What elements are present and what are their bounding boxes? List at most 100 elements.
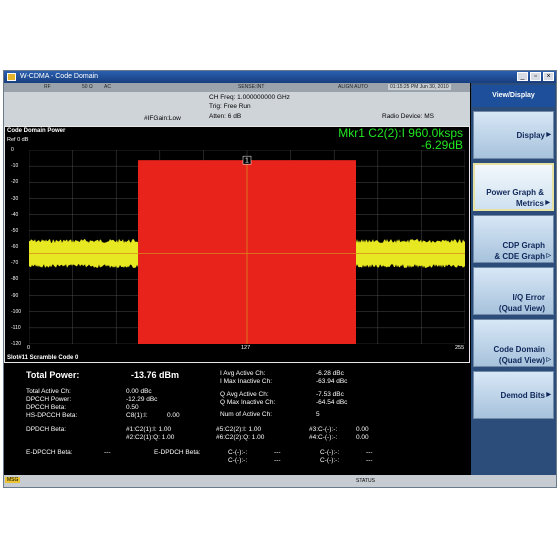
- softkey-label: I/Q Error: [512, 293, 545, 302]
- q-avg-active-value: -7.53 dBc: [316, 391, 344, 398]
- code-domain-power-window[interactable]: Code Domain Power Ref 0 dB Mkr1 C2(2):I …: [4, 126, 470, 363]
- submenu-arrow-icon: ▷: [546, 253, 551, 259]
- total-active-ch-label: Total Active Ch:: [26, 388, 71, 395]
- datetime: 01:15:25 PM Jun 30, 2010: [388, 84, 451, 90]
- y-tick-label: -80: [11, 276, 19, 283]
- i-avg-active-label: I Avg Active Ch:: [220, 370, 266, 377]
- total-active-ch-value: 0.00 dBc: [126, 388, 152, 395]
- i-max-inactive-value: -63.94 dBc: [316, 378, 348, 385]
- slot-info: Slot#11 Scramble Code 0: [7, 355, 79, 361]
- softkey-label-line2: (Quad View): [498, 304, 545, 313]
- hs-dpcch-beta-label: HS-DPCCH Beta:: [26, 412, 78, 419]
- y-tick-label: -70: [11, 260, 19, 267]
- e-dpdch-1-value: ---: [274, 449, 281, 456]
- i-avg-active-value: -6.28 dBc: [316, 370, 344, 377]
- rf-indicator: RF: [44, 84, 51, 90]
- submenu-arrow-icon: ▶: [545, 200, 550, 206]
- trigger-setting[interactable]: Trig: Free Run: [209, 103, 251, 110]
- e-dpcch-beta-value: ---: [104, 449, 111, 456]
- sense-indicator: SENSE:INT: [238, 84, 265, 90]
- hs-dpcch-beta-code: C8(1):I:: [126, 412, 148, 419]
- y-tick-label: -30: [11, 195, 19, 202]
- ch-freq[interactable]: CH Freq: 1.000000000 GHz: [209, 94, 290, 101]
- if-gain-setting[interactable]: #IFGain:Low: [144, 115, 181, 122]
- window-title: W-CDMA - Code Domain: [20, 73, 99, 80]
- i-max-inactive-label: I Max Inactive Ch:: [220, 378, 273, 385]
- e-dpdch-3: C-(-):-:: [320, 449, 340, 456]
- softkey-label-line2: (Quad View): [498, 356, 545, 365]
- softkey-cdp-graph[interactable]: CDP Graph & CDE Graph ▷: [473, 215, 554, 263]
- y-tick-label: -120: [11, 341, 22, 347]
- softkey-label: Code Domain: [493, 345, 545, 354]
- softkey-power-graph-metrics[interactable]: Power Graph & Metrics ▶: [473, 163, 554, 211]
- y-tick-label: 0: [11, 147, 14, 153]
- submenu-arrow-icon: ▷: [546, 357, 551, 363]
- y-tick-label: -40: [11, 211, 19, 218]
- marker-number: 1: [245, 158, 249, 165]
- dpdch-beta-3-value: 0.00: [356, 426, 369, 433]
- radio-device[interactable]: Radio Device: MS: [382, 113, 434, 120]
- dpdch-beta-6: #6:C2(2):Q: 1.00: [216, 434, 265, 441]
- q-avg-active-label: Q Avg Active Ch:: [220, 391, 269, 398]
- q-max-inactive-value: -64.54 dBc: [316, 399, 348, 406]
- dpdch-beta-3: #3:C-(-):-:: [309, 426, 338, 433]
- softkey-demod-bits[interactable]: Demod Bits ▶: [473, 371, 554, 419]
- softkey-menu-title: View/Display: [472, 85, 555, 107]
- window-controls: _ ▫ ×: [517, 72, 554, 81]
- dpdch-beta-1: #1:C2(1):I: 1.00: [126, 426, 172, 433]
- y-tick-label: -50: [11, 227, 19, 234]
- dpdch-beta-4: #4:C-(-):-:: [309, 434, 338, 441]
- minimize-icon[interactable]: _: [517, 72, 528, 81]
- align-indicator: ALIGN AUTO: [338, 84, 368, 90]
- analyzer-window: W-CDMA - Code Domain _ ▫ × RF 50 Ω AC SE…: [3, 70, 557, 488]
- e-dpdch-2-value: ---: [274, 457, 281, 464]
- x-tick-127: 127: [241, 345, 251, 351]
- e-dpdch-2: C-(-):-:: [228, 457, 248, 464]
- metrics-panel[interactable]: Total Power: -13.76 dBm Total Active Ch:…: [4, 363, 470, 475]
- e-dpdch-4: C-(-):-:: [320, 457, 340, 464]
- status-indicator[interactable]: STATUS: [356, 478, 375, 484]
- dpdch-beta-4-value: 0.00: [356, 434, 369, 441]
- softkey-iq-error[interactable]: I/Q Error (Quad View): [473, 267, 554, 315]
- app-icon: [7, 73, 16, 81]
- num-active-value: 5: [316, 411, 320, 418]
- status-row: RF 50 Ω AC SENSE:INT ALIGN AUTO 01:15:25…: [4, 83, 470, 92]
- submenu-arrow-icon: ▶: [546, 391, 551, 398]
- msg-indicator[interactable]: MSG: [5, 477, 21, 483]
- q-max-inactive-label: Q Max Inactive Ch:: [220, 399, 276, 406]
- title-bar: W-CDMA - Code Domain _ ▫ ×: [4, 71, 556, 83]
- total-power-value: -13.76 dBm: [131, 370, 180, 380]
- cdp-title: Code Domain Power: [7, 128, 66, 134]
- softkey-code-domain-quad[interactable]: Code Domain (Quad View) ▷: [473, 319, 554, 367]
- impedance-indicator: 50 Ω: [82, 84, 93, 90]
- restore-icon[interactable]: ▫: [530, 72, 541, 81]
- close-icon[interactable]: ×: [543, 72, 554, 81]
- status-bar: MSG STATUS: [4, 475, 556, 487]
- e-dpdch-4-value: ---: [366, 457, 373, 464]
- dpcch-power-label: DPCCH Power:: [26, 396, 72, 403]
- atten-setting[interactable]: Atten: 6 dB: [209, 113, 241, 120]
- e-dpcch-beta-label: E-DPCCH Beta:: [26, 449, 73, 456]
- y-tick-label: -10: [11, 163, 19, 170]
- softkey-label: CDP Graph: [502, 241, 545, 250]
- settings-bar: CH Freq: 1.000000000 GHz Trig: Free Run …: [4, 92, 470, 126]
- hs-dpcch-beta-value: 0.00: [167, 412, 180, 419]
- ref-level: Ref 0 dB: [7, 137, 29, 143]
- y-tick-label: -100: [11, 308, 22, 315]
- y-tick-label: -20: [11, 179, 19, 186]
- total-power-label: Total Power:: [26, 370, 80, 380]
- dpdch-beta-label: DPDCH Beta:: [26, 426, 67, 433]
- softkey-label-line2: Metrics: [515, 199, 544, 208]
- y-tick-label: -110: [11, 324, 21, 331]
- dpcch-power-value: -12.29 dBc: [126, 396, 158, 403]
- y-tick-label: -60: [11, 244, 19, 250]
- softkey-label: Display: [516, 130, 545, 140]
- num-active-label: Num of Active Ch:: [220, 411, 273, 418]
- dpcch-beta-value: 0.50: [126, 404, 139, 411]
- softkey-label: Demod Bits: [500, 390, 545, 400]
- softkey-display[interactable]: Display ▶: [473, 111, 554, 159]
- softkey-label-line2: & CDE Graph: [494, 252, 545, 261]
- softkey-panel: View/Display Display ▶ Power Graph & Met…: [471, 83, 556, 475]
- e-dpdch-3-value: ---: [366, 449, 373, 456]
- cdp-plot[interactable]: 1: [29, 150, 465, 344]
